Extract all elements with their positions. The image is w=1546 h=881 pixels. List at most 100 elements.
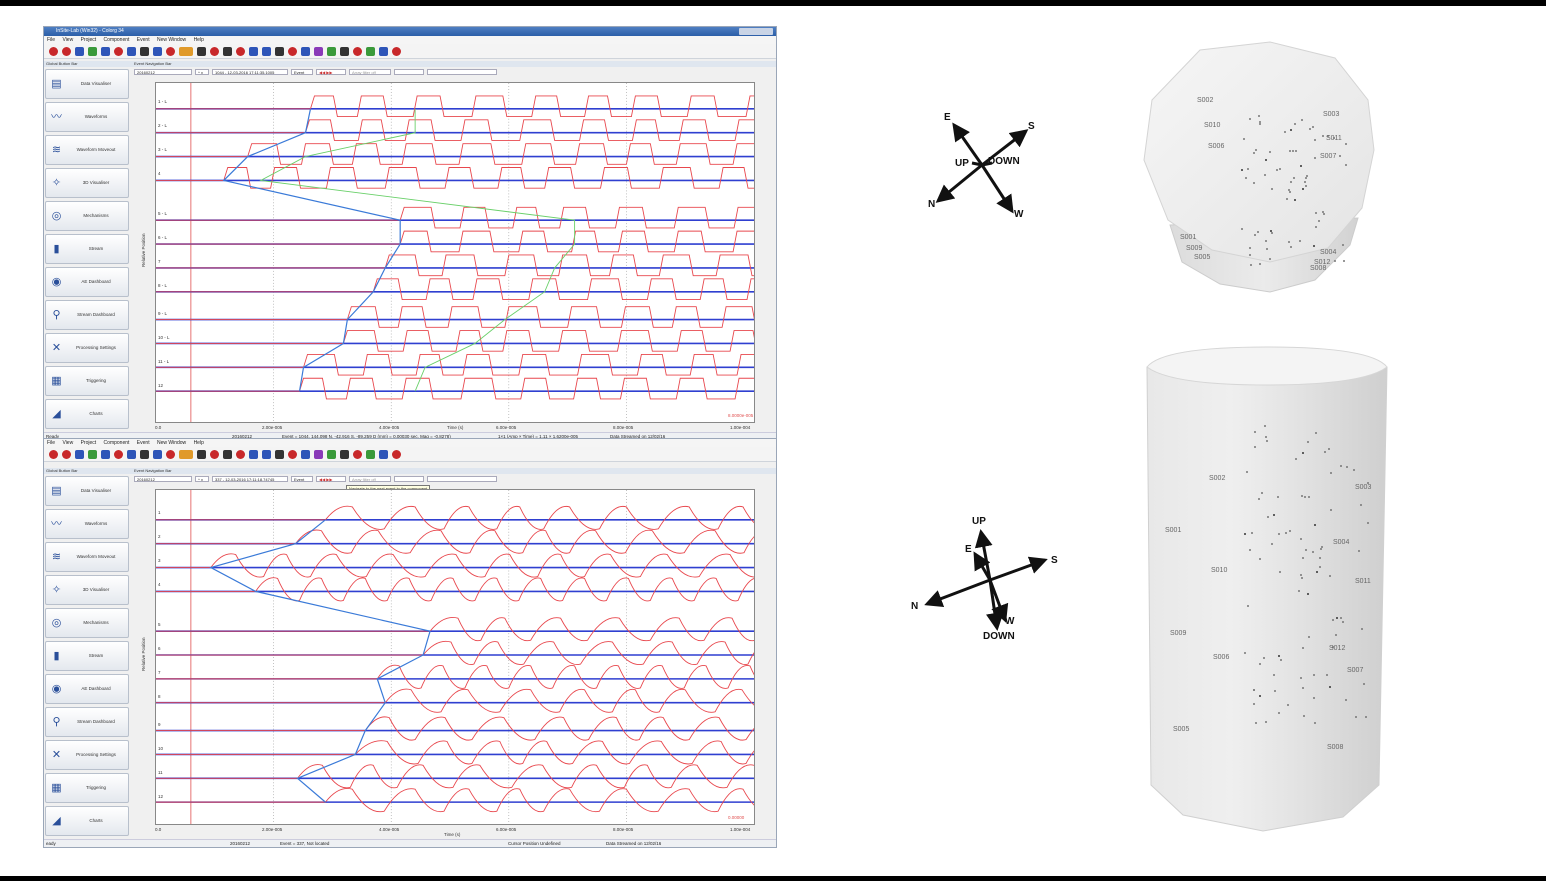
dots-icon[interactable]: [353, 449, 362, 459]
dots-icon[interactable]: [353, 46, 362, 56]
sidebar-button-charts[interactable]: ◢ Charts: [45, 399, 129, 429]
sidebar-button-stream-dashboard[interactable]: ⚲ Stream Dashboard: [45, 300, 129, 330]
x-icon[interactable]: [340, 449, 349, 459]
no-icon[interactable]: [275, 449, 284, 459]
menu-event[interactable]: Event: [137, 440, 150, 446]
histogram-icon[interactable]: [392, 449, 401, 459]
scale-icon[interactable]: [140, 449, 149, 459]
sidebar-button-waveform-moveout[interactable]: ≋ Waveform Moveout: [45, 542, 129, 572]
sidebar-button-3d-visualiser[interactable]: ✧ 3D Visualiser: [45, 168, 129, 198]
array-filter-select[interactable]: Array filter off: [349, 69, 391, 75]
counter-icon[interactable]: [179, 449, 193, 459]
menu-project[interactable]: Project: [81, 37, 97, 43]
project-select[interactable]: 20160212: [134, 476, 192, 482]
list-icon[interactable]: [236, 46, 245, 56]
sidebar-button-processing-settings[interactable]: ✕ Processing Settings: [45, 740, 129, 770]
split-icon[interactable]: [249, 46, 258, 56]
menu-file[interactable]: File: [47, 440, 55, 446]
prev-next-buttons[interactable]: ◀◀ ▶▶: [316, 69, 346, 75]
align-icon[interactable]: [166, 46, 175, 56]
x-icon[interactable]: [340, 46, 349, 56]
pick-icon[interactable]: [88, 46, 97, 56]
histogram-icon[interactable]: [392, 46, 401, 56]
waveform-icon[interactable]: [127, 46, 136, 56]
event-select[interactable]: 337 - 12-03-2016 17:11:18.74745: [212, 476, 288, 482]
peak-icon[interactable]: [301, 449, 310, 459]
sidebar-button-waveforms[interactable]: 〰 Waveforms: [45, 102, 129, 132]
project-select[interactable]: 20160212: [134, 69, 192, 75]
menu-view[interactable]: View: [62, 37, 73, 43]
lines-icon[interactable]: [262, 449, 271, 459]
menu-project[interactable]: Project: [81, 440, 97, 446]
expand-icon[interactable]: [327, 46, 336, 56]
menu-event[interactable]: Event: [137, 37, 150, 43]
sidebar-button-waveforms[interactable]: 〰 Waveforms: [45, 509, 129, 539]
waveform-plot[interactable]: [155, 82, 755, 423]
list-icon[interactable]: [236, 449, 245, 459]
record-icon[interactable]: [49, 46, 58, 56]
filter-icon[interactable]: [101, 46, 110, 56]
menu-new-window[interactable]: New Window: [157, 37, 186, 43]
event-type-select[interactable]: Event: [291, 476, 313, 482]
pick-icon[interactable]: [88, 449, 97, 459]
wave-icon[interactable]: [114, 449, 123, 459]
no-icon[interactable]: [275, 46, 284, 56]
nav-arrows[interactable]: ^ v: [195, 476, 209, 482]
stack-icon[interactable]: [153, 46, 162, 56]
peak-icon[interactable]: [301, 46, 310, 56]
cross-icon[interactable]: [314, 449, 323, 459]
menu-component[interactable]: Component: [104, 440, 130, 446]
chart-icon[interactable]: [379, 46, 388, 56]
prev-next-buttons[interactable]: ◀◀ ▶▶: [316, 476, 346, 482]
sidebar-button-processing-settings[interactable]: ✕ Processing Settings: [45, 333, 129, 363]
filter-field-1[interactable]: [394, 476, 424, 482]
split-icon[interactable]: [249, 449, 258, 459]
sidebar-button-triggering[interactable]: ▦ Triggering: [45, 366, 129, 396]
event-type-select[interactable]: Event: [291, 69, 313, 75]
sidebar-button-3d-visualiser[interactable]: ✧ 3D Visualiser: [45, 575, 129, 605]
zoom-icon[interactable]: [75, 449, 84, 459]
circle-icon[interactable]: [223, 46, 232, 56]
sidebar-button-waveform-moveout[interactable]: ≋ Waveform Moveout: [45, 135, 129, 165]
diag-icon[interactable]: [366, 449, 375, 459]
chart-icon[interactable]: [379, 449, 388, 459]
wave-icon[interactable]: [114, 46, 123, 56]
expand-icon[interactable]: [327, 449, 336, 459]
window-controls[interactable]: [739, 28, 773, 35]
stop-icon[interactable]: [62, 449, 71, 459]
scale-icon[interactable]: [140, 46, 149, 56]
zoom-icon[interactable]: [75, 46, 84, 56]
filter-icon[interactable]: [101, 449, 110, 459]
sidebar-button-stream[interactable]: ▮ Stream: [45, 234, 129, 264]
menu-help[interactable]: Help: [194, 440, 204, 446]
specimen-3d-top-view[interactable]: S002 S003 S010 S011 S006 S007 S001 S009 S005 S004…: [1140, 40, 1380, 295]
specimen-3d-side-view[interactable]: S002 S003 S001 S004 S010 S011 S009 S006 S012 S007…: [1143, 345, 1391, 835]
sidebar-button-stream-dashboard[interactable]: ⚲ Stream Dashboard: [45, 707, 129, 737]
filter-field-1[interactable]: [394, 69, 424, 75]
grid-icon[interactable]: [197, 449, 206, 459]
v-icon[interactable]: [288, 449, 297, 459]
menu-new-window[interactable]: New Window: [157, 440, 186, 446]
sidebar-button-data-visualiser[interactable]: ▤ Data Visualiser: [45, 476, 129, 506]
waveform-plot[interactable]: [155, 489, 755, 825]
menu-file[interactable]: File: [47, 37, 55, 43]
sidebar-button-mechanisms[interactable]: ◎ Mechanisms: [45, 608, 129, 638]
cross-icon[interactable]: [314, 46, 323, 56]
sidebar-button-ae-dashboard[interactable]: ◉ AE Dashboard: [45, 674, 129, 704]
sidebar-button-stream[interactable]: ▮ Stream: [45, 641, 129, 671]
filter-field-2[interactable]: [427, 476, 497, 482]
nav-arrows[interactable]: ^ v: [195, 69, 209, 75]
align-icon[interactable]: [166, 449, 175, 459]
sidebar-button-data-visualiser[interactable]: ▤ Data Visualiser: [45, 69, 129, 99]
counter-icon[interactable]: [179, 46, 193, 56]
circle-icon[interactable]: [223, 449, 232, 459]
v-icon[interactable]: [288, 46, 297, 56]
grid-icon[interactable]: [197, 46, 206, 56]
target-icon[interactable]: [210, 46, 219, 56]
filter-field-2[interactable]: [427, 69, 497, 75]
sidebar-button-ae-dashboard[interactable]: ◉ AE Dashboard: [45, 267, 129, 297]
menu-component[interactable]: Component: [104, 37, 130, 43]
sidebar-button-triggering[interactable]: ▦ Triggering: [45, 773, 129, 803]
stop-icon[interactable]: [62, 46, 71, 56]
stack-icon[interactable]: [153, 449, 162, 459]
